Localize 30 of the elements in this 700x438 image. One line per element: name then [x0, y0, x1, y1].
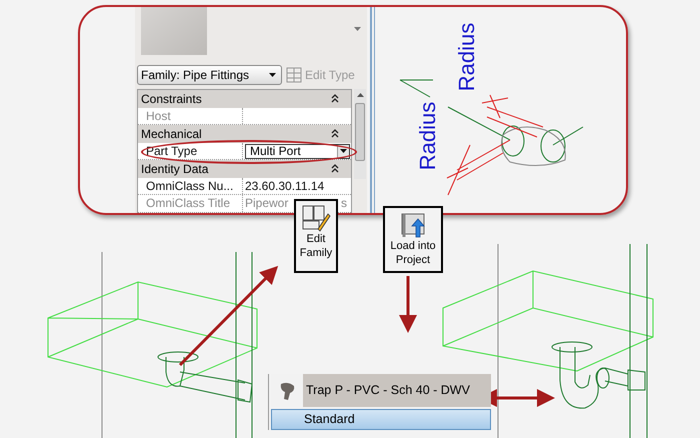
property-label: Part Type: [138, 142, 243, 159]
pipe-fitting-icon: [278, 380, 296, 400]
scroll-up-icon[interactable]: [356, 93, 364, 97]
pencil-icon: [301, 204, 331, 232]
property-label: OmniClass Title: [138, 195, 243, 212]
table-icon: [286, 67, 302, 83]
scrollbar[interactable]: [354, 89, 366, 179]
group-header[interactable]: Constraints: [138, 90, 351, 108]
type-list-item[interactable]: Standard: [271, 409, 491, 430]
load-into-project-button[interactable]: Load into Project: [383, 206, 443, 273]
arrow: [399, 276, 417, 333]
dimension-label: Radius: [455, 22, 480, 92]
property-label: OmniClass Nu...: [138, 178, 243, 194]
collapse-icon[interactable]: [331, 164, 339, 174]
dimension-label: Radius: [416, 102, 440, 170]
edit-family-button[interactable]: Edit Family: [294, 199, 338, 273]
thumbnail-placeholder: [141, 7, 207, 55]
collapse-icon[interactable]: [331, 94, 339, 104]
collapse-icon[interactable]: [331, 129, 339, 138]
part-type-dropdown[interactable]: Multi Port: [245, 144, 350, 158]
type-selector[interactable]: Family: Pipe Fittings: [137, 65, 282, 85]
group-header[interactable]: Identity Data: [138, 160, 351, 178]
property-value: 23.60.30.11.14: [245, 178, 324, 194]
caret-down-icon: [269, 73, 276, 77]
caret-down-icon[interactable]: [354, 27, 361, 31]
property-label: Host: [138, 108, 243, 124]
type-list-item[interactable]: Trap P - PVC - Sch 40 - DWV: [271, 374, 491, 407]
property-value: s: [341, 195, 347, 212]
property-value: Pipewor: [245, 195, 288, 212]
group-header[interactable]: Mechanical: [138, 125, 351, 142]
